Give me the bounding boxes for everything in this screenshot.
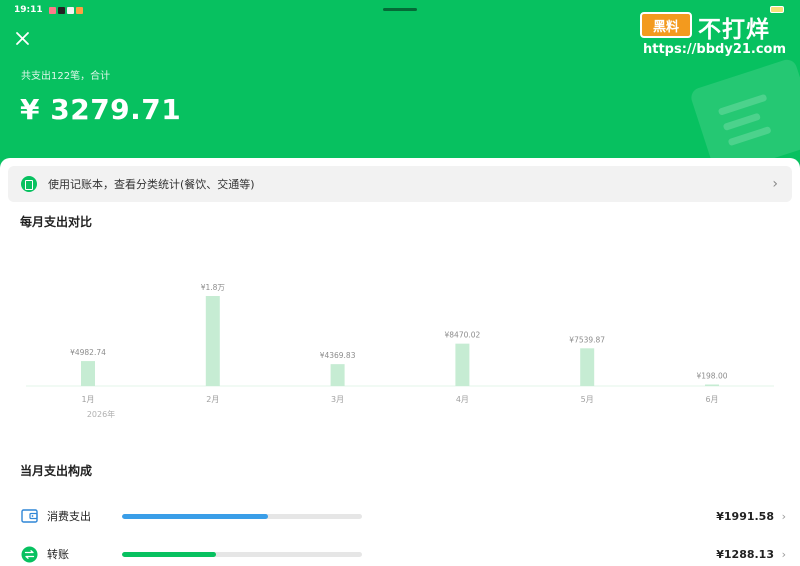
notification-icons (48, 6, 83, 14)
chevron-right-icon: › (781, 509, 786, 523)
breakdown-progress-bar (122, 551, 362, 557)
wallet-icon (21, 509, 38, 523)
breakdown-label: 转账 (47, 548, 69, 561)
chart-value-label: ¥8470.02 (445, 331, 481, 340)
chart-bar[interactable] (580, 348, 595, 386)
chart-bar[interactable] (330, 364, 345, 386)
summary-caption: 共支出122笔，合计 (21, 71, 111, 82)
close-button[interactable] (12, 28, 34, 50)
content-sheet: 使用记账本，查看分类统计(餐饮、交通等) › 每月支出对比 ¥4982.74 1月… (0, 158, 800, 562)
breakdown-label: 消费支出 (47, 510, 91, 523)
monthly-bar-chart: ¥4982.74 1月 ¥1.8万 2月 ¥4369.83 3月 ¥8470.02 4月 ¥75… (26, 283, 774, 419)
chart-value-label: ¥1.8万 (201, 283, 226, 292)
app-notification-icon (48, 6, 56, 14)
status-time: 19:11 (14, 5, 43, 15)
close-icon (16, 32, 29, 45)
chart-year-label: 2026年 (87, 409, 115, 419)
chart-tick-label: 3月 (331, 395, 344, 404)
chart-tick-label: 4月 (456, 395, 469, 404)
total-amount: ¥ 3279.71 (20, 93, 182, 126)
watermark: 黑料 不打烊 https://bbdy21.com (640, 8, 790, 60)
window-grabber[interactable] (383, 8, 417, 11)
breakdown-progress-bar (122, 513, 362, 519)
header: 19:11 共支出122笔，合计 ¥ 3279.71 黑料 不打烊 https:… (0, 0, 800, 170)
chart-tick-label: 1月 (81, 395, 94, 404)
status-bar: 19:11 (14, 4, 83, 16)
tiktok-icon (57, 6, 65, 14)
ledger-banner[interactable]: 使用记账本，查看分类统计(餐饮、交通等) › (8, 166, 792, 202)
breakdown-amount: ¥1288.13 (716, 547, 774, 561)
watermark-url: https://bbdy21.com (643, 42, 787, 57)
chart-value-label: ¥4982.74 (70, 348, 106, 357)
chart-tick-label: 6月 (705, 395, 718, 404)
transfer-icon (21, 546, 38, 562)
chart-value-label: ¥7539.87 (569, 335, 605, 344)
chart-bar[interactable] (705, 384, 719, 387)
watermark-title: 不打烊 (698, 17, 770, 43)
breakdown-amount: ¥1991.58 (716, 509, 774, 523)
ledger-icon (21, 176, 37, 192)
breakdown-progress-fill (122, 551, 217, 557)
chart-value-label: ¥198.00 (696, 372, 727, 381)
breakdown-row-consumption[interactable]: 消费支出 ¥1991.58 › (0, 504, 800, 528)
banner-text: 使用记账本，查看分类统计(餐饮、交通等) (48, 178, 255, 191)
monthly-section-title: 每月支出对比 (20, 215, 93, 229)
app-notification-icon (66, 6, 74, 14)
chevron-right-icon: › (781, 547, 786, 561)
breakdown-progress-fill (122, 513, 268, 519)
composition-section-title: 当月支出构成 (20, 464, 93, 478)
chart-tick-label: 2月 (206, 395, 219, 404)
watermark-logo: 黑料 (640, 12, 692, 38)
chevron-right-icon: › (772, 176, 778, 192)
chart-bar[interactable] (81, 361, 95, 386)
chart-tick-label: 5月 (581, 395, 594, 404)
breakdown-row-transfer[interactable]: 转账 ¥1288.13 › (0, 542, 800, 566)
chart-bar[interactable] (205, 296, 220, 386)
chart-bar[interactable] (455, 343, 470, 386)
chart-value-label: ¥4369.83 (320, 351, 356, 360)
decorative-card-graphic (688, 57, 800, 170)
app-notification-icon (75, 6, 83, 14)
